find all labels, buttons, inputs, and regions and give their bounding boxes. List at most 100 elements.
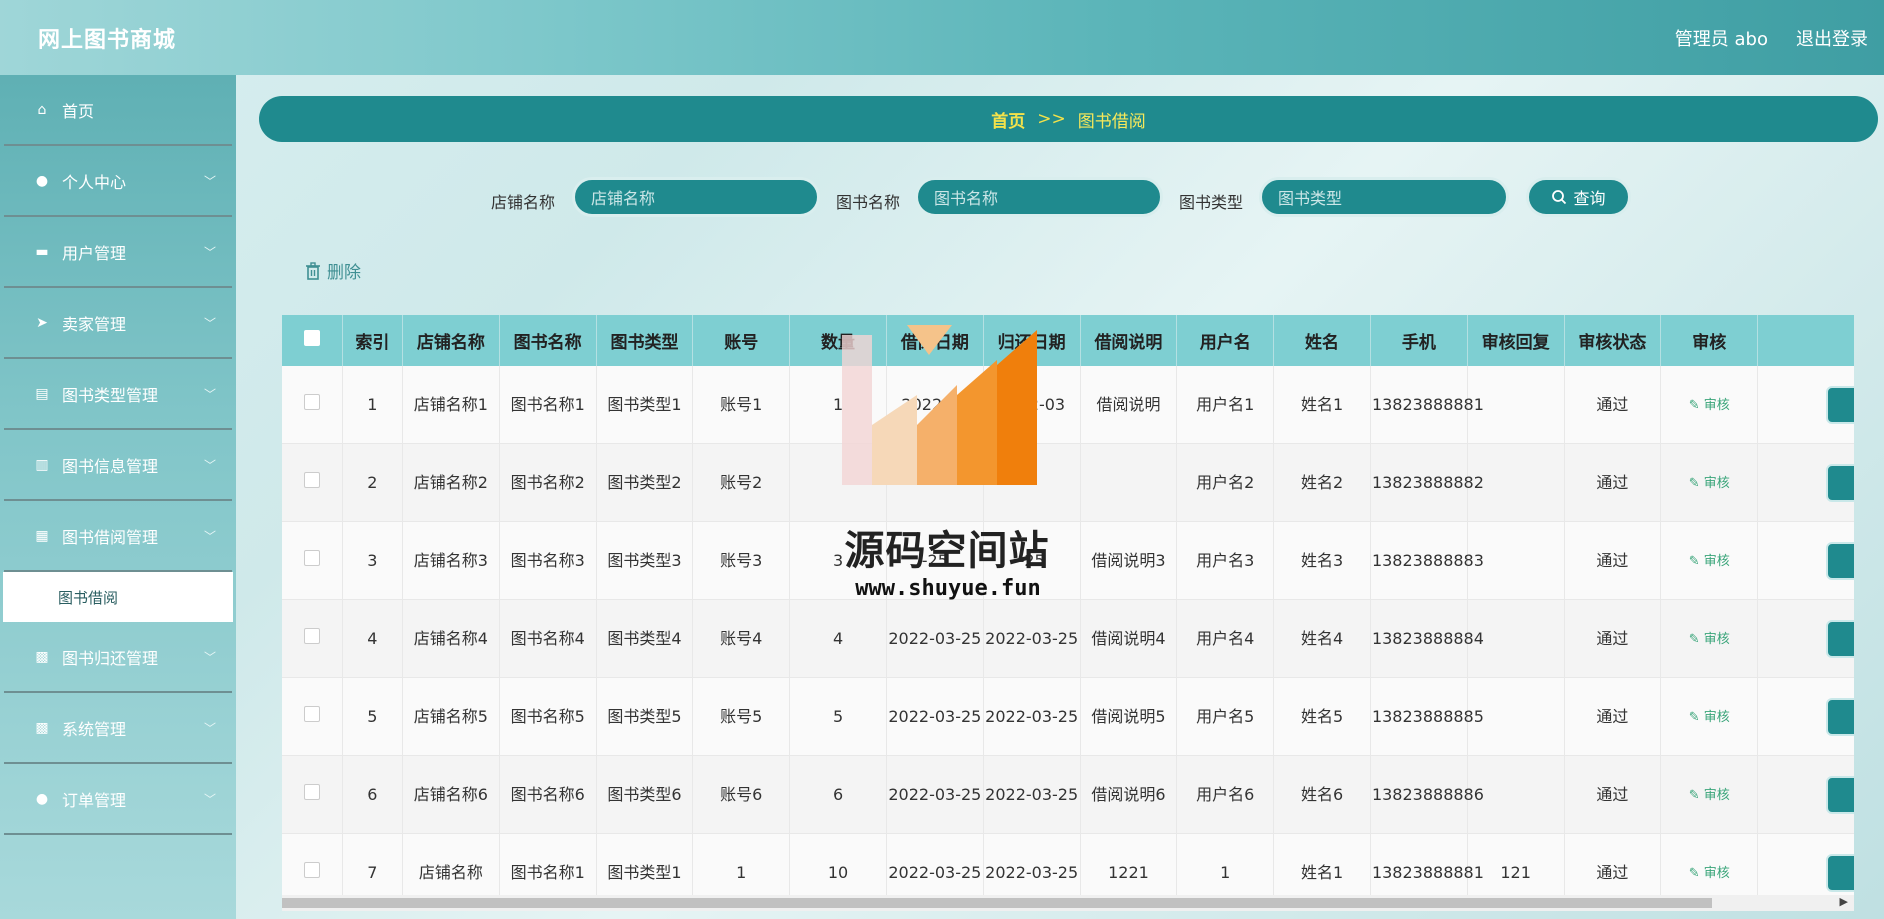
table-row: 5 店铺名称5 图书名称5 图书类型5 账号5 5 2022-03-25 2022-03-25… xyxy=(282,677,1854,756)
cell-type: 图书类型6 xyxy=(596,755,694,834)
monitor-icon: ▬ xyxy=(35,243,49,260)
actions-cell: 详情修改 xyxy=(1757,366,1854,444)
row-checkbox[interactable] xyxy=(303,549,320,566)
book-type-label: 图书类型 xyxy=(1179,193,1244,212)
book-type-input[interactable]: 图书类型 xyxy=(1259,177,1509,217)
audit-cell: ✎ 审核 xyxy=(1660,599,1759,678)
cell-book: 图书名称1 xyxy=(499,366,597,444)
sidebar-item-5[interactable]: ▥ 图书信息管理 ﹀ xyxy=(4,430,232,501)
table-row: 4 店铺名称4 图书名称4 图书类型4 账号4 4 2022-03-25 2022-03-25… xyxy=(282,599,1854,678)
sidebar-subitem-active[interactable]: 图书借阅 xyxy=(3,572,233,622)
cell-note: 借阅说明 xyxy=(1080,366,1178,444)
row-select-cell xyxy=(282,599,343,678)
sidebar-item-0[interactable]: ⌂ 首页 xyxy=(4,75,232,146)
scrollbar-thumb[interactable] xyxy=(282,898,1712,908)
edit-pen-icon: ✎ xyxy=(1688,553,1704,569)
cell-account: 账号2 xyxy=(692,443,791,522)
scroll-right-icon[interactable]: ▶ xyxy=(1840,895,1848,908)
sidebar-item-9[interactable]: ● 订单管理 ﹀ xyxy=(4,764,232,835)
book-name-input[interactable]: 图书名称 xyxy=(915,177,1163,217)
breadcrumb-current: 图书借阅 xyxy=(1077,111,1146,132)
chevron-down-icon: ﹀ xyxy=(203,316,216,330)
cell-shop: 店铺名称1 xyxy=(402,366,500,444)
table-header-row: 索引店铺名称图书名称图书类型账号数量借阅日期归还日期借阅说明用户名姓名手机审核回… xyxy=(282,315,1854,366)
admin-name[interactable]: 管理员 abo xyxy=(1675,25,1768,51)
select-all-header[interactable] xyxy=(282,315,343,366)
cell-idx: 2 xyxy=(342,443,403,522)
logout-link[interactable]: 退出登录 xyxy=(1796,25,1868,51)
audit-link[interactable]: ✎ 审核 xyxy=(1689,710,1730,725)
audit-cell: ✎ 审核 xyxy=(1660,755,1759,834)
cell-phone: 13823888881 xyxy=(1370,366,1484,444)
detail-button[interactable]: 详情 xyxy=(1826,541,1854,580)
sidebar-item-8[interactable]: ▩ 系统管理 ﹀ xyxy=(4,693,232,764)
cell-status: 通过 xyxy=(1564,521,1662,600)
cell-type: 图书类型1 xyxy=(596,366,694,444)
detail-button[interactable]: 详情 xyxy=(1826,619,1854,658)
audit-link[interactable]: ✎ 审核 xyxy=(1689,632,1730,647)
cell-account: 账号6 xyxy=(692,755,791,834)
cell-idx: 3 xyxy=(342,521,403,600)
row-checkbox[interactable] xyxy=(303,861,320,878)
sidebar-item-6[interactable]: ▦ 图书借阅管理 ﹀ xyxy=(4,501,232,572)
audit-link[interactable]: ✎ 审核 xyxy=(1689,788,1730,803)
edit-pen-icon: ✎ xyxy=(1688,865,1704,881)
detail-button[interactable]: 详情 xyxy=(1826,697,1854,736)
cell-book: 图书名称4 xyxy=(499,599,597,678)
audit-cell: ✎ 审核 xyxy=(1660,677,1759,756)
cell-status: 通过 xyxy=(1564,755,1662,834)
detail-button[interactable]: 详情 xyxy=(1826,463,1854,502)
sidebar-item-4[interactable]: ▤ 图书类型管理 ﹀ xyxy=(4,359,232,430)
cell-ret: 2022-03-25 xyxy=(983,599,1081,678)
apps-icon: ▩ xyxy=(35,648,49,665)
table-row: 7 店铺名称 图书名称1 图书类型1 1 10 2022-03-25 2022-03-25 12… xyxy=(282,833,1854,895)
bar-icon: ▥ xyxy=(35,456,49,473)
cell-borrow: 2022-03-25 xyxy=(886,677,984,756)
sidebar-item-label: 系统管理 xyxy=(62,719,127,739)
cell-name: 姓名4 xyxy=(1273,599,1371,678)
column-header: 借阅说明 xyxy=(1080,315,1178,366)
audit-link[interactable]: ✎ 审核 xyxy=(1689,866,1730,881)
audit-link-label: 审核 xyxy=(1703,475,1730,491)
shop-name-input[interactable]: 店铺名称 xyxy=(572,177,820,217)
chevron-down-icon: ﹀ xyxy=(203,387,216,401)
audit-link[interactable]: ✎ 审核 xyxy=(1689,476,1730,491)
breadcrumb-home[interactable]: 首页 xyxy=(991,107,1025,132)
audit-link[interactable]: ✎ 审核 xyxy=(1689,554,1730,569)
sidebar-item-3[interactable]: ➤ 卖家管理 ﹀ xyxy=(4,288,232,359)
cell-phone: 13823888882 xyxy=(1370,443,1484,522)
cell-note: 1221 xyxy=(1080,833,1178,895)
row-checkbox[interactable] xyxy=(303,471,320,488)
cell-name: 姓名6 xyxy=(1273,755,1371,834)
audit-link-label: 审核 xyxy=(1703,865,1730,881)
detail-button[interactable]: 详情 xyxy=(1826,385,1854,424)
cell-note: 借阅说明4 xyxy=(1080,599,1178,678)
actions-cell: 详情修改 xyxy=(1757,599,1854,678)
audit-link[interactable]: ✎ 审核 xyxy=(1689,398,1730,413)
audit-link-label: 审核 xyxy=(1703,631,1730,647)
sidebar-item-label: 图书信息管理 xyxy=(62,456,159,476)
brand-title: 网上图书商城 xyxy=(38,27,177,53)
row-checkbox[interactable] xyxy=(303,627,320,644)
cell-phone: 13823888886 xyxy=(1370,755,1484,834)
row-checkbox[interactable] xyxy=(303,783,320,800)
edit-pen-icon: ✎ xyxy=(1688,787,1704,803)
row-checkbox[interactable] xyxy=(303,705,320,722)
row-checkbox[interactable] xyxy=(303,393,320,410)
cell-book: 图书名称5 xyxy=(499,677,597,756)
sidebar-item-2[interactable]: ▬ 用户管理 ﹀ xyxy=(4,217,232,288)
detail-button[interactable]: 详情 xyxy=(1826,775,1854,814)
search-button[interactable]: 查询 xyxy=(1526,177,1631,217)
delete-button[interactable]: 删除 xyxy=(305,258,361,283)
send-icon: ➤ xyxy=(36,314,48,331)
edit-pen-icon: ✎ xyxy=(1688,475,1704,491)
edit-pen-icon: ✎ xyxy=(1688,397,1704,413)
sidebar-item-label: 图书归还管理 xyxy=(62,648,159,668)
cell-shop: 店铺名称3 xyxy=(402,521,500,600)
horizontal-scrollbar[interactable]: ▶ xyxy=(282,895,1854,911)
audit-link-label: 审核 xyxy=(1703,709,1730,725)
sidebar-item-7[interactable]: ▩ 图书归还管理 ﹀ xyxy=(4,622,232,693)
select-all-checkbox[interactable] xyxy=(303,330,320,346)
detail-button[interactable]: 详情 xyxy=(1826,853,1854,892)
sidebar-item-label: 首页 xyxy=(62,101,95,121)
